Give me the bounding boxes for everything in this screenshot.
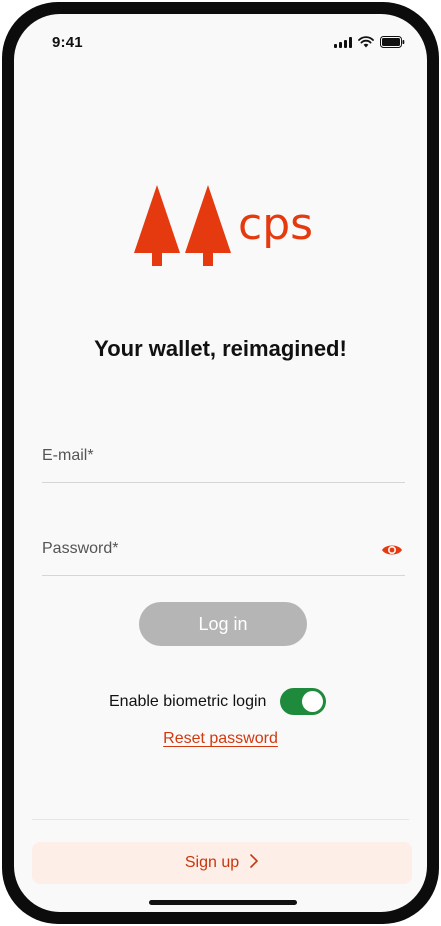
- chevron-right-icon: [249, 853, 259, 874]
- email-label: E-mail*: [42, 447, 94, 464]
- password-field[interactable]: Password*: [42, 528, 405, 576]
- biometric-row: Enable biometric login: [109, 688, 327, 715]
- logo-text: cps: [238, 199, 314, 250]
- login-button[interactable]: Log in: [139, 602, 307, 646]
- battery-icon: [380, 36, 405, 48]
- device-frame: 9:41 cps Your wallet, reimagined! E-mail…: [2, 2, 439, 924]
- home-indicator[interactable]: [149, 900, 297, 905]
- wifi-icon: [358, 36, 374, 48]
- biometric-label: Enable biometric login: [109, 692, 267, 710]
- status-time: 9:41: [52, 34, 83, 51]
- signal-icon: [334, 36, 352, 48]
- password-label: Password*: [42, 540, 119, 557]
- divider: [32, 819, 409, 820]
- email-field[interactable]: E-mail*: [42, 435, 405, 483]
- biometric-toggle[interactable]: [280, 688, 327, 715]
- signup-button[interactable]: Sign up: [32, 842, 412, 884]
- toggle-knob: [302, 691, 324, 712]
- screen: 9:41 cps Your wallet, reimagined! E-mail…: [14, 14, 427, 912]
- reset-password-link[interactable]: Reset password: [14, 730, 427, 748]
- eye-icon[interactable]: [381, 542, 403, 563]
- signup-label: Sign up: [184, 854, 240, 871]
- page-title: Your wallet, reimagined!: [94, 336, 347, 361]
- status-icons: [334, 36, 405, 48]
